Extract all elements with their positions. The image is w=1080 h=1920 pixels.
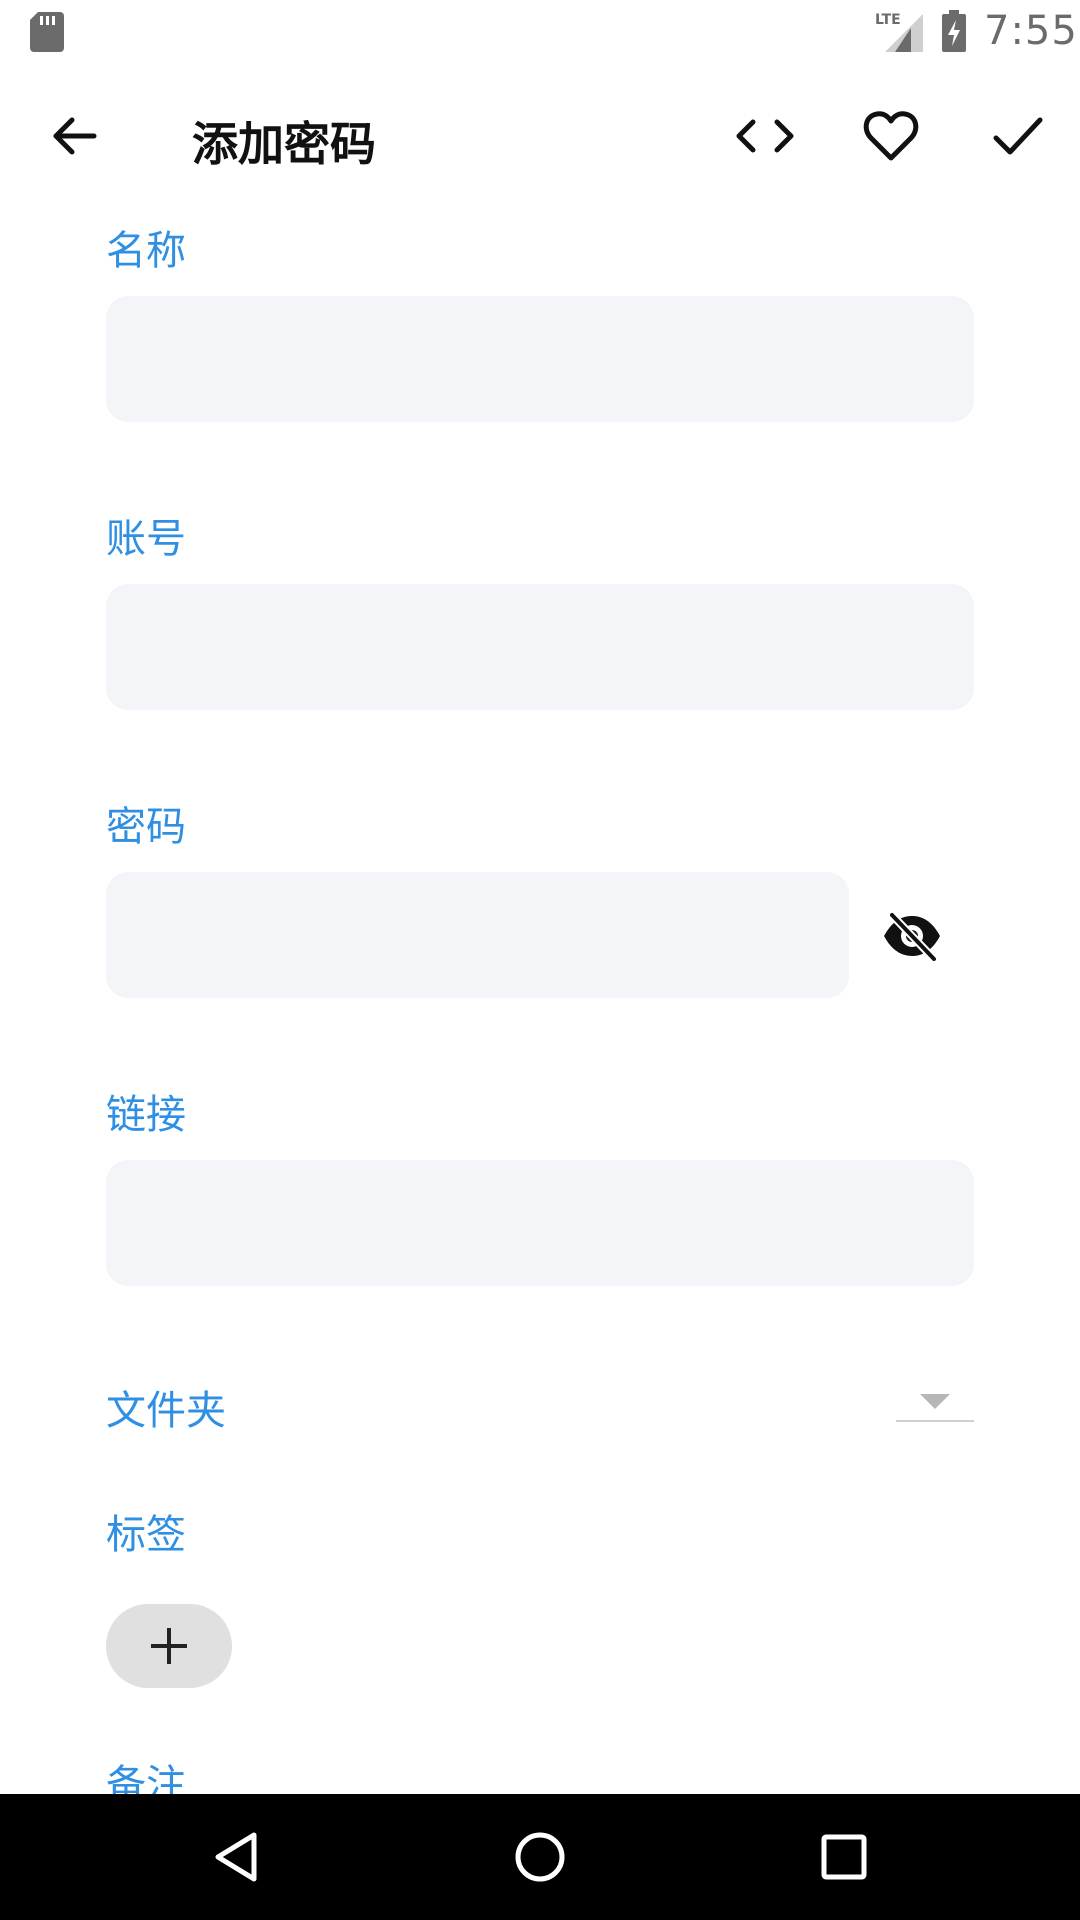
heart-icon [863,111,919,161]
password-input[interactable] [106,872,849,998]
back-button[interactable] [26,88,122,184]
battery-charging-icon [942,10,966,52]
check-icon [993,117,1043,155]
password-label: 密码 [106,804,186,850]
sd-card-icon [30,12,64,52]
folder-label: 文件夹 [106,1388,226,1434]
account-input[interactable] [106,584,974,710]
status-bar: LTE 7:55 [0,0,1080,64]
page-title: 添加密码 [192,117,376,171]
add-tag-button[interactable] [106,1604,232,1688]
nav-home-button[interactable] [492,1812,588,1902]
nav-back-button[interactable] [188,1812,284,1902]
back-arrow-icon [53,117,97,155]
link-label: 链接 [106,1092,186,1138]
nav-home-icon [515,1832,565,1882]
code-view-button[interactable] [717,88,813,184]
notes-label: 备注 [106,1762,186,1794]
nav-recents-button[interactable] [796,1812,892,1902]
folder-dropdown[interactable] [896,1380,974,1422]
navigation-bar [0,1794,1080,1920]
clock: 7:55 [984,8,1078,54]
eye-off-icon [884,911,940,961]
lte-signal-icon: LTE [875,12,923,52]
app-bar: 添加密码 [0,64,1080,212]
tags-label: 标签 [106,1512,186,1558]
nav-recents-icon [821,1834,867,1880]
network-label: LTE [875,12,901,28]
code-icon [736,119,794,153]
name-input[interactable] [106,296,974,422]
dropdown-caret-icon [920,1394,950,1409]
account-label: 账号 [106,516,186,562]
name-label: 名称 [106,228,186,274]
nav-back-icon [215,1832,257,1882]
favorite-button[interactable] [843,88,939,184]
toggle-password-visibility-button[interactable] [870,888,954,984]
plus-icon [151,1628,187,1664]
save-button[interactable] [970,88,1066,184]
link-input[interactable] [106,1160,974,1286]
